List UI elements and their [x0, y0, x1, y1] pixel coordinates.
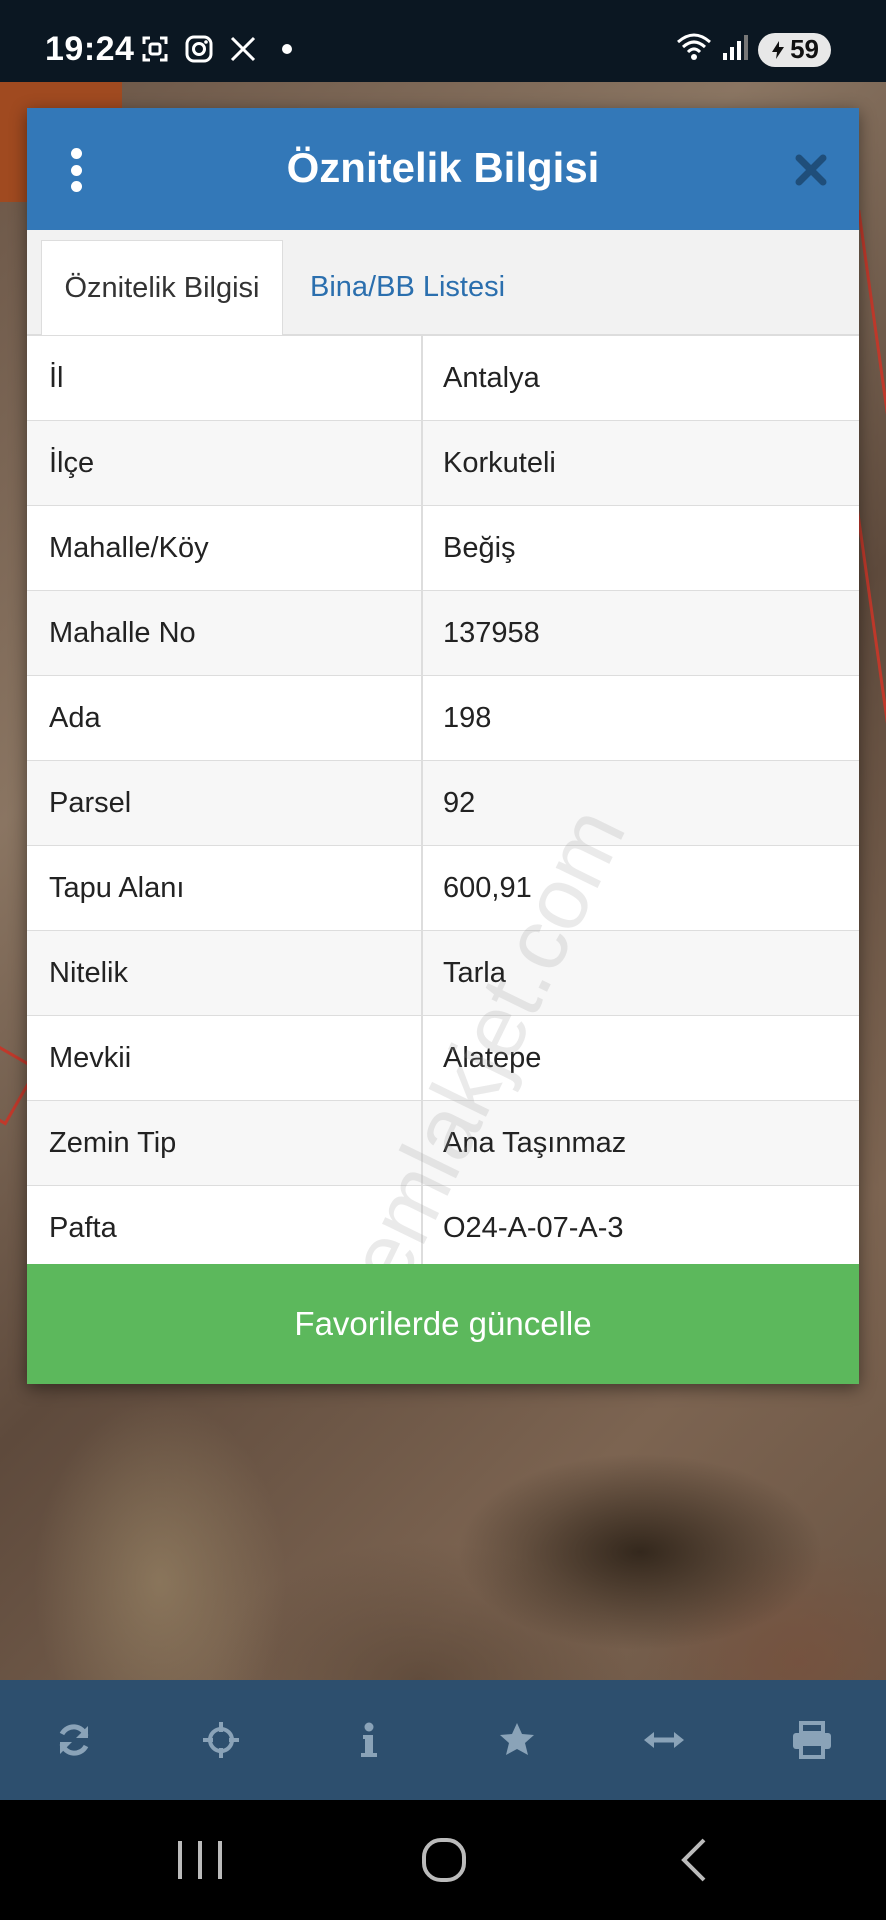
- row-value: Korkuteli: [443, 446, 556, 479]
- locate-icon: [203, 1722, 240, 1758]
- wifi-icon: [676, 32, 712, 67]
- row-value: Ana Taşınmaz: [443, 1126, 627, 1159]
- status-time: 19:24: [45, 30, 135, 68]
- row-key: Pafta: [27, 1186, 423, 1270]
- info-icon: [361, 1722, 378, 1757]
- instagram-icon: [184, 34, 214, 64]
- row-value: 137958: [443, 616, 540, 649]
- refresh-button[interactable]: [44, 1710, 104, 1770]
- home-button[interactable]: [414, 1835, 474, 1885]
- table-row: İl Antalya: [27, 336, 859, 421]
- row-key: Mevkii: [27, 1016, 423, 1100]
- close-icon: [795, 154, 827, 186]
- star-icon: [499, 1723, 534, 1755]
- row-value: Tarla: [443, 956, 506, 989]
- row-value: Antalya: [443, 361, 540, 394]
- row-value: Alatepe: [443, 1041, 542, 1074]
- update-favorites-button[interactable]: Favorilerde güncelle: [27, 1264, 859, 1384]
- row-key: Mahalle No: [27, 591, 423, 675]
- table-row: Tapu Alanı 600,91: [27, 846, 859, 931]
- row-value: 600,91: [443, 871, 532, 904]
- table-row: Ada 198: [27, 676, 859, 761]
- close-button[interactable]: [793, 152, 829, 188]
- table-row: Nitelik Tarla: [27, 931, 859, 1016]
- table-row: Mahalle/Köy Beğiş: [27, 506, 859, 591]
- notification-icons: [140, 34, 302, 64]
- back-icon: [681, 1838, 706, 1882]
- attribute-dialog: Öznitelik Bilgisi Öznitelik Bilgisi Bina…: [27, 108, 859, 1384]
- table-row: Pafta O24-A-07-A-3: [27, 1186, 859, 1271]
- table-row: İlçe Korkuteli: [27, 421, 859, 506]
- dialog-header: Öznitelik Bilgisi: [27, 108, 859, 230]
- favorites-button[interactable]: [487, 1710, 547, 1770]
- row-key: Tapu Alanı: [27, 846, 423, 930]
- print-icon: [793, 1721, 832, 1759]
- attribute-table: İl Antalya İlçe Korkuteli Mahalle/Köy Beğiş…: [27, 336, 859, 1271]
- recent-apps-icon: [178, 1841, 222, 1879]
- row-value: O24-A-07-A-3: [443, 1211, 624, 1244]
- tab-label: Öznitelik Bilgisi: [64, 271, 260, 304]
- row-key: Mahalle/Köy: [27, 506, 423, 590]
- locate-button[interactable]: [191, 1710, 251, 1770]
- tab-label: Bina/BB Listesi: [310, 270, 506, 303]
- dialog-title: Öznitelik Bilgisi: [286, 144, 600, 191]
- row-key: Parsel: [27, 761, 423, 845]
- row-value: Beğiş: [443, 531, 516, 564]
- map-toolbar: [0, 1680, 886, 1800]
- signal-icon: [722, 33, 749, 66]
- measure-button[interactable]: [634, 1710, 694, 1770]
- table-row: Mahalle No 137958: [27, 591, 859, 676]
- home-icon: [422, 1838, 466, 1882]
- battery-icon: 59: [758, 32, 831, 67]
- info-button[interactable]: [339, 1710, 399, 1770]
- dot-icon: [272, 34, 302, 64]
- tab-bar: Öznitelik Bilgisi Bina/BB Listesi: [27, 230, 859, 336]
- table-row: Zemin Tip Ana Taşınmaz: [27, 1101, 859, 1186]
- system-icons: 59: [676, 32, 831, 67]
- row-value: 198: [443, 701, 492, 734]
- measure-icon: [644, 1732, 685, 1748]
- row-key: İlçe: [27, 421, 423, 505]
- battery-level: 59: [790, 34, 819, 64]
- table-row: Parsel 92: [27, 761, 859, 846]
- x-icon: [228, 34, 258, 64]
- refresh-icon: [59, 1724, 89, 1756]
- back-button[interactable]: [666, 1835, 726, 1885]
- row-key: Zemin Tip: [27, 1101, 423, 1185]
- row-value: 92: [443, 786, 476, 819]
- recent-apps-button[interactable]: [170, 1835, 230, 1885]
- row-key: Ada: [27, 676, 423, 760]
- screenshot-icon: [140, 34, 170, 64]
- table-row: Mevkii Alatepe: [27, 1016, 859, 1101]
- tab-building-list[interactable]: Bina/BB Listesi: [310, 240, 505, 334]
- row-key: İl: [27, 336, 423, 420]
- row-key: Nitelik: [27, 931, 423, 1015]
- system-nav-bar: [0, 1800, 886, 1920]
- tab-attribute-info[interactable]: Öznitelik Bilgisi: [41, 240, 283, 335]
- print-button[interactable]: [782, 1710, 842, 1770]
